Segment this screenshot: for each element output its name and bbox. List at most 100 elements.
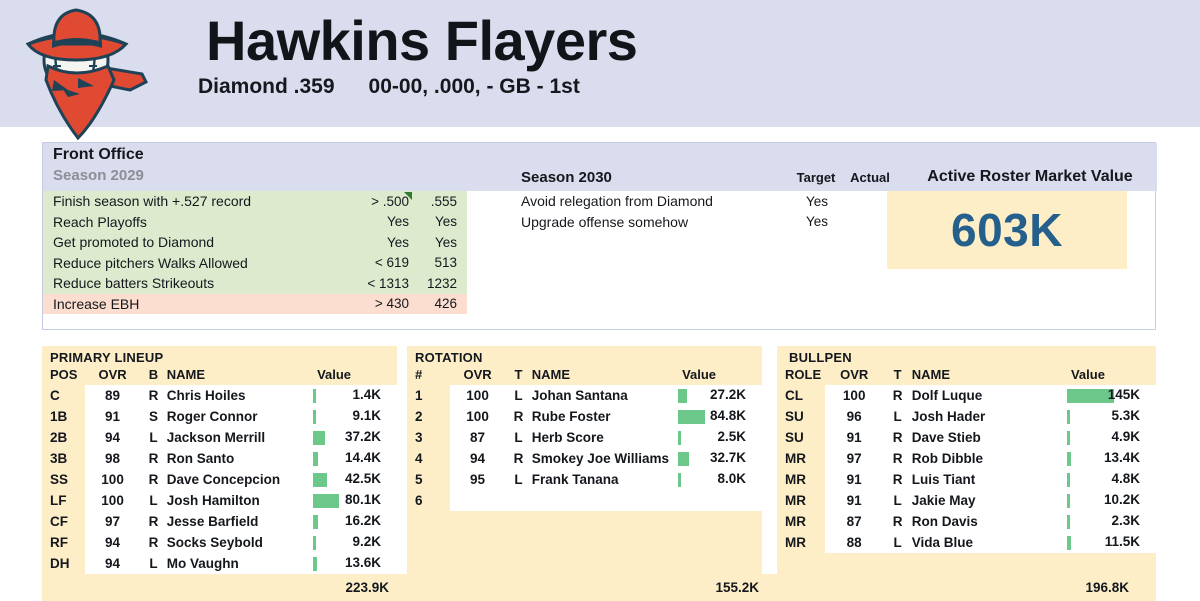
goal-target: Yes <box>386 234 409 250</box>
team-subline: Diamond .359 00-00, .000, - GB - 1st <box>160 75 1160 99</box>
cell-player-name[interactable]: Luis Tiant <box>911 469 1067 490</box>
cell-position: MR <box>777 448 825 469</box>
cell-player-name[interactable]: Dolf Luque <box>911 385 1067 406</box>
table-row[interactable]: C 89 R Chris Hoiles 1.4K <box>42 385 397 406</box>
cell-player-name[interactable]: Jackson Merrill <box>166 427 314 448</box>
rotation-title: ROTATION <box>415 350 483 365</box>
cell-player-name[interactable]: Johan Santana <box>531 385 679 406</box>
value-text: 84.8K <box>709 408 746 423</box>
cell-handedness: R <box>883 448 912 469</box>
goal-row: Reduce pitchers Walks Allowed < 619 513 <box>43 252 467 273</box>
table-row[interactable]: 3 87 L Herb Score 2.5K <box>407 427 762 448</box>
cell-overall-rating: 95 <box>449 469 506 490</box>
table-row[interactable]: SU 96 L Josh Hader 5.3K <box>777 406 1156 427</box>
col-header-pos: POS <box>42 366 85 385</box>
table-row[interactable]: 2 100 R Rube Foster 84.8K <box>407 406 762 427</box>
value-bar <box>1066 452 1071 466</box>
goal-name: Finish season with +.527 record <box>53 193 252 210</box>
value-bar <box>313 473 328 487</box>
table-row[interactable]: DH 94 L Mo Vaughn 13.6K <box>42 553 397 574</box>
cell-market-value: 13.6K <box>313 553 397 574</box>
rotation-table[interactable]: # OVR T NAME Value 1 100 L Johan Santana 27.2K 2 10… <box>407 366 762 511</box>
cell-player-name[interactable]: Roger Connor <box>166 406 314 427</box>
cell-overall-rating: 88 <box>824 532 884 553</box>
table-row[interactable]: 6 <box>407 490 762 511</box>
cell-position: RF <box>42 532 85 553</box>
cell-player-name[interactable]: Dave Stieb <box>911 427 1067 448</box>
cell-overall-rating: 94 <box>84 532 141 553</box>
value-bar <box>313 389 317 403</box>
cell-player-name[interactable]: Ron Santo <box>166 448 314 469</box>
value-text: 13.6K <box>344 555 381 570</box>
cell-overall-rating: 91 <box>824 490 884 511</box>
cell-player-name[interactable]: Rob Dibble <box>911 448 1067 469</box>
table-row[interactable]: SU 91 R Dave Stieb 4.9K <box>777 427 1156 448</box>
col-header-pos: ROLE <box>777 366 825 385</box>
goal-name: Avoid relegation from Diamond <box>521 193 713 210</box>
cell-overall-rating: 87 <box>449 427 506 448</box>
cell-market-value: 27.2K <box>678 385 762 406</box>
cell-market-value: 2.3K <box>1066 511 1156 532</box>
table-row[interactable]: 3B 98 R Ron Santo 14.4K <box>42 448 397 469</box>
league-label: Diamond .359 <box>198 75 335 99</box>
cell-player-name[interactable]: Chris Hoiles <box>166 385 314 406</box>
cell-player-name[interactable] <box>531 490 679 511</box>
cell-player-name[interactable]: Vida Blue <box>911 532 1067 553</box>
rotation-total-value: 155.2K <box>715 580 759 595</box>
table-row[interactable]: MR 88 L Vida Blue 11.5K <box>777 532 1156 553</box>
value-bar <box>313 452 319 466</box>
cell-overall-rating <box>449 490 506 511</box>
cell-handedness: R <box>140 448 167 469</box>
cell-handedness: R <box>883 385 912 406</box>
cell-player-name[interactable]: Socks Seybold <box>166 532 314 553</box>
cell-player-name[interactable]: Ron Davis <box>911 511 1067 532</box>
value-text: 4.9K <box>1111 429 1140 444</box>
cowboy-baseball-logo <box>18 4 150 144</box>
table-row[interactable]: MR 91 L Jakie May 10.2K <box>777 490 1156 511</box>
cell-market-value: 5.3K <box>1066 406 1156 427</box>
cell-player-name[interactable]: Josh Hamilton <box>166 490 314 511</box>
cell-player-name[interactable]: Jesse Barfield <box>166 511 314 532</box>
primary-lineup-table[interactable]: POS OVR B NAME Value C 89 R Chris Hoiles 1.4K 1B 91… <box>42 366 397 574</box>
cell-player-name[interactable]: Jakie May <box>911 490 1067 511</box>
bullpen-table[interactable]: ROLE OVR T NAME Value CL 100 R Dolf Luque 145K SU 9… <box>777 366 1156 553</box>
goal-name: Reduce batters Strikeouts <box>53 275 215 292</box>
value-text: 9.2K <box>352 534 381 549</box>
table-row[interactable]: LF 100 L Josh Hamilton 80.1K <box>42 490 397 511</box>
value-text: 10.2K <box>1103 492 1140 507</box>
table-row[interactable]: 4 94 R Smokey Joe Williams 32.7K <box>407 448 762 469</box>
cell-player-name[interactable]: Mo Vaughn <box>166 553 314 574</box>
cell-handedness <box>505 490 532 511</box>
goal-target: > .500 <box>371 193 409 209</box>
cell-player-name[interactable]: Dave Concepcion <box>166 469 314 490</box>
table-row[interactable]: MR 97 R Rob Dibble 13.4K <box>777 448 1156 469</box>
goal-target: Yes <box>805 214 829 230</box>
cell-market-value: 9.1K <box>313 406 397 427</box>
col-header-hand: B <box>140 366 167 385</box>
goal-row: Get promoted to Diamond Yes Yes <box>43 232 467 253</box>
value-text: 16.2K <box>344 513 381 528</box>
goal-row: Increase EBH > 430 426 <box>43 293 467 314</box>
table-row[interactable]: CF 97 R Jesse Barfield 16.2K <box>42 511 397 532</box>
table-row[interactable]: SS 100 R Dave Concepcion 42.5K <box>42 469 397 490</box>
cell-overall-rating: 89 <box>84 385 141 406</box>
cell-player-name[interactable]: Frank Tanana <box>531 469 679 490</box>
cell-position: DH <box>42 553 85 574</box>
cell-player-name[interactable]: Josh Hader <box>911 406 1067 427</box>
value-bar <box>1066 473 1070 487</box>
table-row[interactable]: MR 91 R Luis Tiant 4.8K <box>777 469 1156 490</box>
table-row[interactable]: CL 100 R Dolf Luque 145K <box>777 385 1156 406</box>
table-row[interactable]: 2B 94 L Jackson Merrill 37.2K <box>42 427 397 448</box>
table-row[interactable]: MR 87 R Ron Davis 2.3K <box>777 511 1156 532</box>
value-text: 2.5K <box>717 429 746 444</box>
table-row[interactable]: 1B 91 S Roger Connor 9.1K <box>42 406 397 427</box>
cell-handedness: L <box>505 469 532 490</box>
table-row[interactable]: 5 95 L Frank Tanana 8.0K <box>407 469 762 490</box>
cell-player-name[interactable]: Herb Score <box>531 427 679 448</box>
cell-player-name[interactable]: Rube Foster <box>531 406 679 427</box>
table-row[interactable]: 1 100 L Johan Santana 27.2K <box>407 385 762 406</box>
col-header-hand: T <box>505 366 532 385</box>
cell-player-name[interactable]: Smokey Joe Williams <box>531 448 679 469</box>
table-row[interactable]: RF 94 R Socks Seybold 9.2K <box>42 532 397 553</box>
value-bar <box>1066 410 1070 424</box>
